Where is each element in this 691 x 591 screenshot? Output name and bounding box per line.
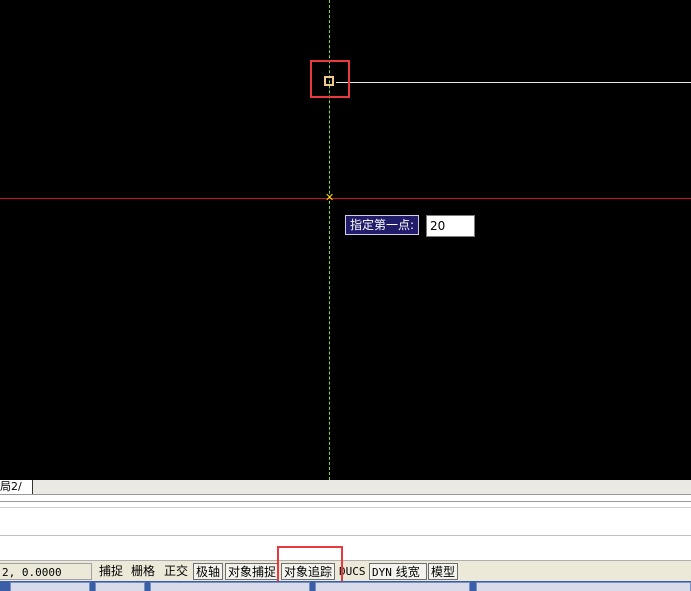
lwt-toggle[interactable]: 线宽 [396, 565, 420, 579]
model-toggle[interactable]: 模型 [428, 563, 459, 580]
drawing-canvas[interactable]: ✕ 指定第一点: [0, 0, 691, 480]
command-divider [0, 501, 691, 502]
taskbar-button[interactable] [476, 582, 691, 591]
highlight-box-snap [310, 60, 350, 98]
ortho-toggle[interactable]: 正交 [162, 563, 190, 580]
cursor-cross-icon: ✕ [325, 191, 335, 204]
horizontal-crosshair-line [0, 198, 691, 199]
polar-toggle[interactable]: 极轴 [193, 563, 224, 580]
osnap-toggle[interactable]: 对象捕捉 [225, 563, 280, 580]
taskbar-button[interactable] [315, 582, 470, 591]
dyn-toggle[interactable]: DYN [372, 566, 392, 579]
taskbar-button[interactable] [10, 582, 90, 591]
taskbar-button[interactable] [150, 582, 310, 591]
dyn-lwt-group: DYN 线宽 [369, 563, 427, 580]
dynamic-input-prompt: 指定第一点: [345, 215, 420, 235]
layout-tabs-bar: 局2/ [0, 480, 691, 495]
grid-toggle[interactable]: 栅格 [129, 563, 157, 580]
drawn-line-segment[interactable] [336, 82, 691, 83]
snap-toggle[interactable]: 捕捉 [97, 563, 125, 580]
taskbar [0, 581, 691, 591]
status-bar: 2, 0.0000 捕捉 栅格 正交 极轴 对象捕捉 对象追踪 DUCS DYN… [0, 560, 691, 581]
coordinate-readout: 2, 0.0000 [0, 563, 92, 580]
tab-edge-icon: / [18, 480, 22, 493]
tab-layout2-label: 局2 [0, 480, 18, 493]
command-line-area[interactable] [0, 495, 691, 555]
taskbar-button[interactable] [95, 582, 145, 591]
command-divider [0, 507, 691, 508]
tab-layout2[interactable]: 局2/ [0, 480, 33, 494]
command-divider [0, 535, 691, 536]
dynamic-input-field[interactable] [426, 215, 475, 237]
